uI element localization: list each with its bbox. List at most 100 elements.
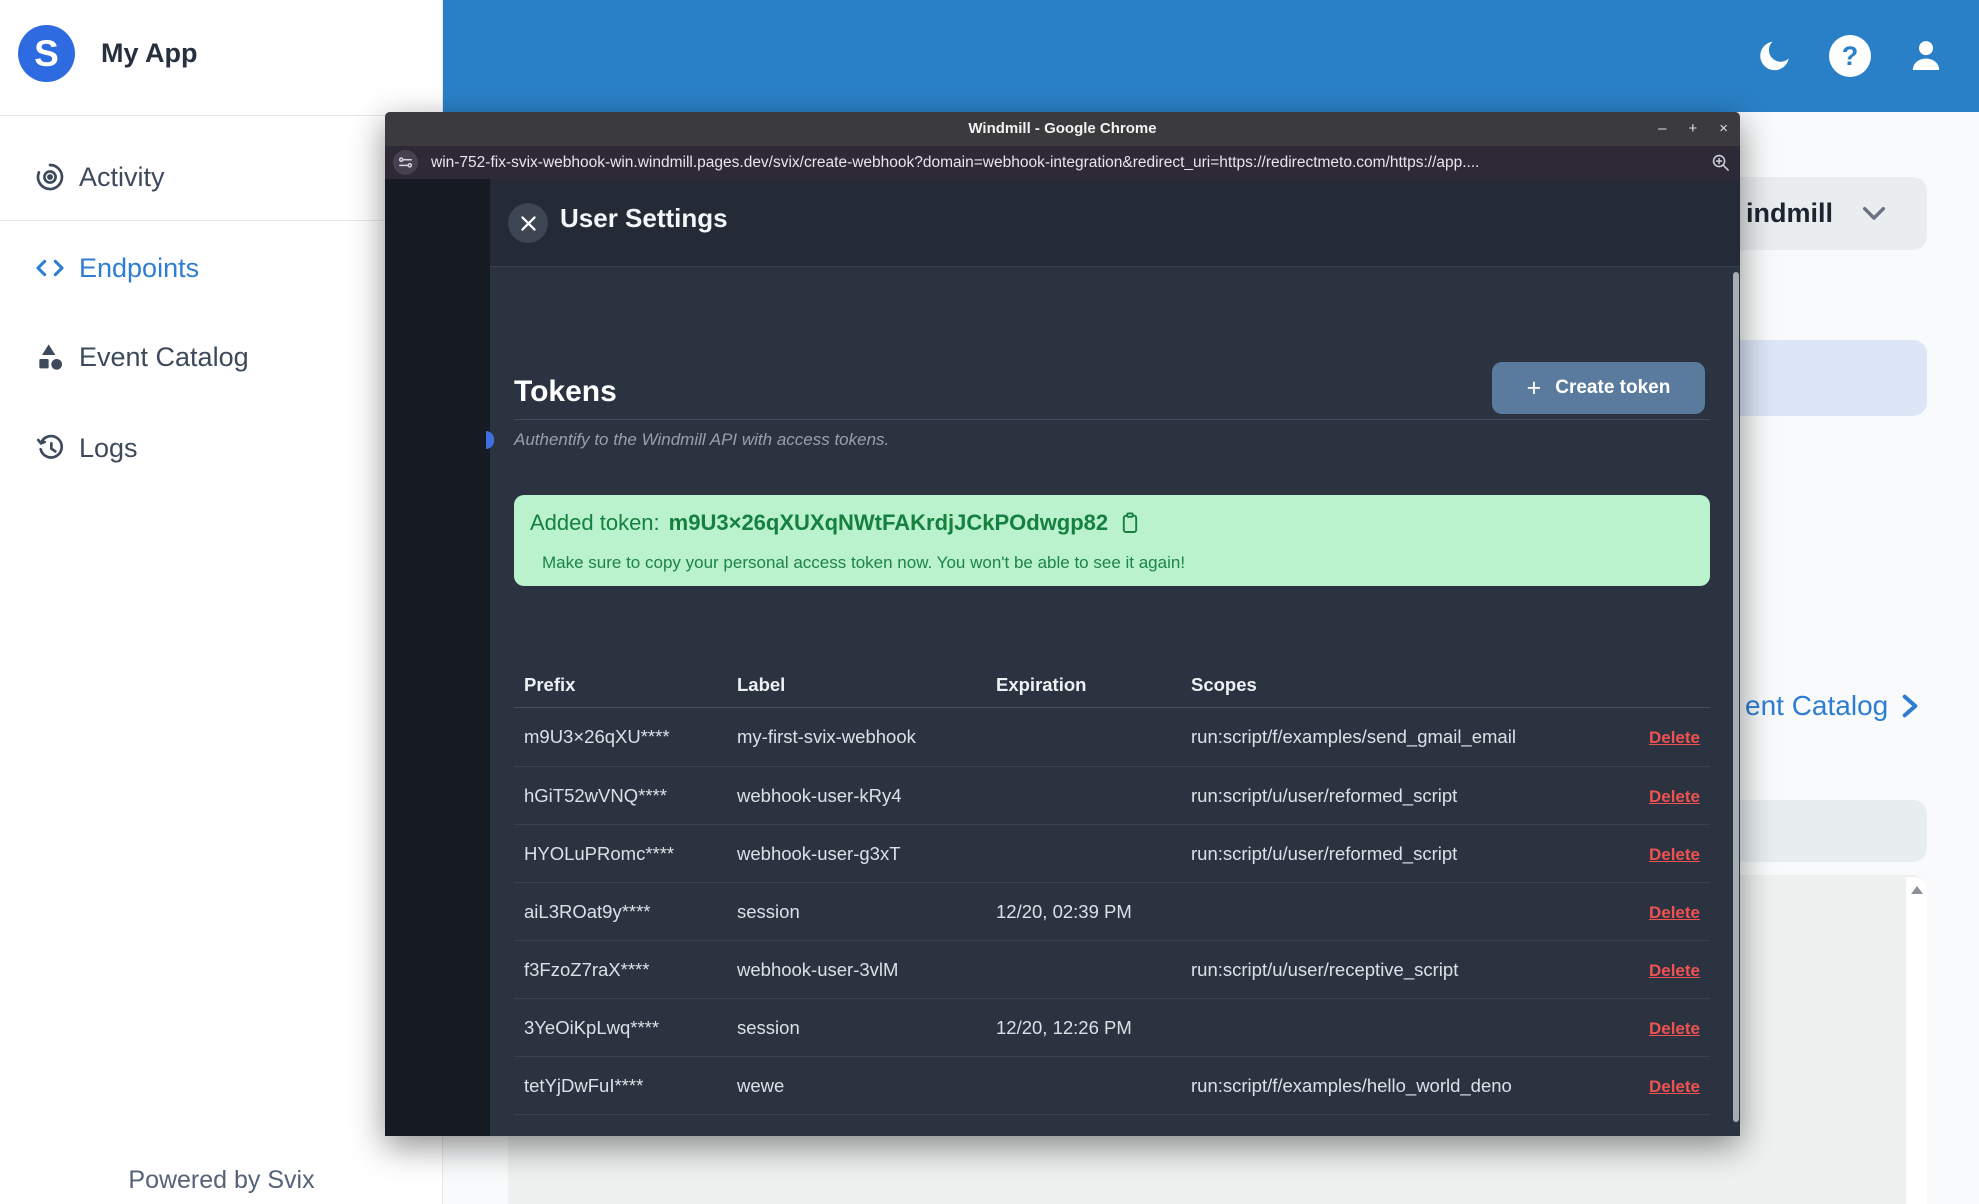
- col-header-scopes: Scopes: [1191, 673, 1257, 695]
- plus-icon: +: [1526, 373, 1542, 402]
- added-token-label: Added token:: [530, 510, 660, 535]
- delete-token-link[interactable]: Delete: [1649, 845, 1700, 864]
- user-settings-header: User Settings: [490, 179, 1740, 267]
- chevron-right-icon: [1902, 694, 1918, 718]
- token-prefix: aiL3ROat9y****: [524, 900, 651, 922]
- token-scopes: run:script/u/user/receptive_script: [1191, 958, 1459, 980]
- sidebar-item-endpoints[interactable]: Endpoints: [0, 238, 443, 298]
- event-catalog-icon: [33, 341, 67, 373]
- delete-token-link[interactable]: Delete: [1649, 1135, 1700, 1137]
- sidebar-item-label: Event Catalog: [79, 341, 249, 372]
- table-row: aiL3ROat9y**** session 12/20, 02:39 PM D…: [514, 882, 1710, 940]
- user-account-icon[interactable]: [1905, 35, 1947, 77]
- token-expiration: 12/20, 02:39 PM: [996, 900, 1132, 922]
- logs-icon: [33, 432, 67, 464]
- table-row: 3YeOiKpLwq**** session 12/20, 12:26 PM D…: [514, 998, 1710, 1056]
- delete-token-link[interactable]: Delete: [1649, 961, 1700, 980]
- close-icon: [520, 215, 536, 231]
- sidebar-item-logs[interactable]: Logs: [0, 418, 443, 478]
- svix-logo: S: [18, 25, 75, 82]
- token-label: session: [737, 1016, 800, 1038]
- col-header-label: Label: [737, 673, 786, 695]
- zoom-search-icon[interactable]: [1711, 153, 1730, 177]
- copy-clipboard-icon[interactable]: [1121, 511, 1139, 535]
- delete-token-link[interactable]: Delete: [1649, 903, 1700, 922]
- token-label: session: [737, 900, 800, 922]
- table-row: f3FzoZ7raX**** webhook-user-3vlM run:scr…: [514, 940, 1710, 998]
- app-title: My App: [101, 38, 198, 68]
- sidebar-item-activity[interactable]: Activity: [0, 147, 443, 207]
- create-token-button[interactable]: + Create token: [1492, 362, 1705, 414]
- app-sidebar: S My App Activity Endpoints Event Catalo…: [0, 0, 443, 1204]
- token-prefix: uLdBztSPA8****: [524, 1133, 737, 1137]
- table-row: HYOLuPRomc**** webhook-user-g3xT run:scr…: [514, 824, 1710, 882]
- endpoints-icon: [33, 252, 67, 284]
- token-expiration: 12/20, 12:26 PM: [996, 1016, 1132, 1038]
- divider: [514, 419, 1710, 420]
- table-row: hGiT52wVNQ**** webhook-user-kRy4 run:scr…: [514, 766, 1710, 824]
- sidebar-item-label: Logs: [79, 432, 138, 463]
- activity-icon: [33, 161, 67, 193]
- event-catalog-link[interactable]: ent Catalog: [1745, 690, 1918, 722]
- sidebar-item-label: Endpoints: [79, 252, 200, 283]
- event-catalog-link-label: ent Catalog: [1745, 690, 1889, 721]
- token-prefix: m9U3×26qXU****: [524, 726, 670, 747]
- site-settings-icon[interactable]: [393, 150, 418, 175]
- tokens-heading: Tokens: [514, 375, 617, 408]
- token-scopes: run:script/f/examples/send_gmail_email: [1191, 726, 1516, 747]
- dark-mode-moon-icon[interactable]: [1755, 36, 1795, 76]
- divider: [0, 220, 443, 221]
- delete-token-link[interactable]: Delete: [1649, 787, 1700, 806]
- token-label: External Tool Token: [737, 1133, 996, 1137]
- token-prefix: 3YeOiKpLwq****: [524, 1016, 660, 1038]
- scroll-up-arrow-icon: [1911, 886, 1923, 894]
- token-label: my-first-svix-webhook: [737, 726, 916, 747]
- table-row: m9U3×26qXU**** my-first-svix-webhook run…: [514, 708, 1710, 766]
- background-button-sliver: [486, 431, 494, 449]
- page-dark-gutter: [385, 179, 490, 1136]
- maximize-button[interactable]: +: [1688, 112, 1697, 146]
- token-table-header: Prefix Label Expiration Scopes: [514, 662, 1710, 707]
- token-label: webhook-user-kRy4: [737, 784, 902, 806]
- workspace-dropdown-label: indmill: [1746, 198, 1833, 228]
- sidebar-item-event-catalog[interactable]: Event Catalog: [0, 327, 443, 387]
- banner-warning-text: Make sure to copy your personal access t…: [542, 553, 1186, 572]
- token-prefix: f3FzoZ7raX****: [524, 958, 650, 980]
- token-label: webhook-user-g3xT: [737, 842, 901, 864]
- app-topbar: ?: [443, 0, 1979, 112]
- col-header-expiration: Expiration: [996, 673, 1087, 695]
- divider: [0, 115, 443, 116]
- table-row: tetYjDwFuI**** wewe run:script/f/example…: [514, 1056, 1710, 1114]
- chrome-titlebar[interactable]: Windmill - Google Chrome – + ×: [385, 112, 1740, 146]
- token-table-body: m9U3×26qXU**** my-first-svix-webhook run…: [514, 707, 1710, 1136]
- token-prefix: HYOLuPRomc****: [524, 842, 675, 864]
- token-scopes: run:script/f/examples/hello_world_deno: [1191, 1074, 1512, 1096]
- delete-token-link[interactable]: Delete: [1649, 728, 1700, 747]
- delete-token-link[interactable]: Delete: [1649, 1019, 1700, 1038]
- help-icon[interactable]: ?: [1829, 35, 1871, 77]
- modal-scrollbar[interactable]: [1733, 272, 1739, 1122]
- delete-token-link[interactable]: Delete: [1649, 1077, 1700, 1096]
- panel-scrollbar[interactable]: [1906, 877, 1927, 1204]
- chrome-window: Windmill - Google Chrome – + × win-752-f…: [385, 112, 1740, 1136]
- modal-title: User Settings: [560, 203, 728, 233]
- minimize-button[interactable]: –: [1658, 112, 1666, 146]
- screen: ? indmill ent Catalog S My App Activity …: [0, 0, 1979, 1204]
- close-window-button[interactable]: ×: [1719, 112, 1728, 146]
- token-prefix: hGiT52wVNQ****: [524, 784, 667, 806]
- token-label: wewe: [737, 1074, 785, 1096]
- windmill-page: User Settings Tokens Authentify to the W…: [385, 179, 1740, 1136]
- token-scopes: run:script/u/user/reformed_script: [1191, 784, 1458, 806]
- chrome-urlbar[interactable]: win-752-fix-svix-webhook-win.windmill.pa…: [385, 146, 1740, 179]
- powered-by-svix: Powered by Svix: [128, 1166, 315, 1194]
- url-text[interactable]: win-752-fix-svix-webhook-win.windmill.pa…: [431, 154, 1696, 172]
- token-scopes: run:script/u/user/reformed_script: [1191, 842, 1458, 864]
- table-row: uLdBztSPA8**** External Tool Token Delet…: [514, 1114, 1710, 1136]
- create-token-label: Create token: [1555, 377, 1671, 398]
- chevron-down-icon: [1862, 206, 1886, 220]
- token-value: m9U3×26qXUXqNWtFAKrdjJCkPOdwgp82: [668, 510, 1109, 535]
- added-token-banner: Added token: m9U3×26qXUXqNWtFAKrdjJCkPOd…: [514, 495, 1710, 586]
- tokens-subtitle: Authentify to the Windmill API with acce…: [514, 430, 890, 449]
- close-modal-button[interactable]: [508, 203, 548, 243]
- col-header-prefix: Prefix: [524, 673, 576, 695]
